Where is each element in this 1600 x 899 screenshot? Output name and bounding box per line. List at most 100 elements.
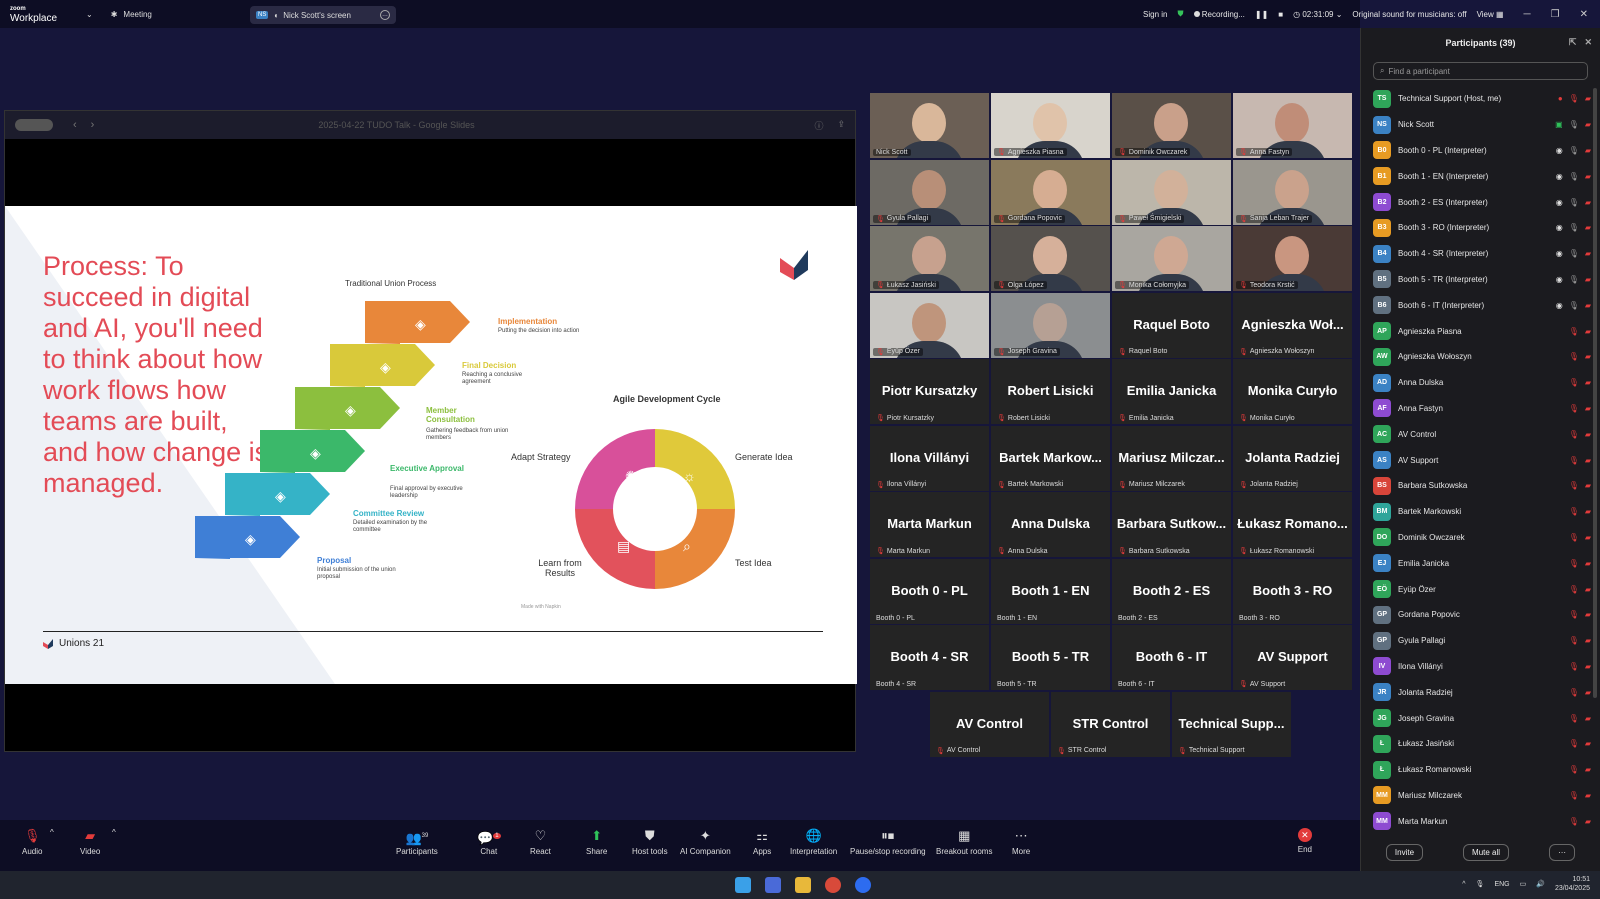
chevron-down-icon[interactable]: ⌄ [86,10,93,19]
shield-icon[interactable]: ⛊ [1178,9,1184,19]
participant-search-input[interactable]: ⌕ Find a participant [1373,62,1588,80]
participant-tile[interactable]: Booth 0 - PL Booth 0 - PL [870,558,989,624]
participant-row[interactable]: MM Mariusz Milczarek 🎙 ▰ [1373,783,1591,809]
participant-tile[interactable]: Technical Supp... 🎙 Technical Support [1172,691,1291,757]
participant-tile[interactable]: Raquel Boto 🎙 Raquel Boto [1112,292,1231,358]
breakout-rooms-button[interactable]: ▦ Breakout rooms [936,828,992,856]
participant-tile[interactable]: 🎙 Dominik Owczarek [1112,93,1231,158]
tray-chevron-icon[interactable]: ^ [1462,881,1465,888]
participant-tile[interactable]: Anna Dulska 🎙 Anna Dulska [991,492,1110,557]
participant-tile[interactable]: Łukasz Romano... 🎙 Łukasz Romanowski [1233,492,1352,557]
participant-row[interactable]: B1 Booth 1 - EN (Interpreter) ◉ 🎙 ▰ [1373,163,1591,189]
participant-row[interactable]: B3 Booth 3 - RO (Interpreter) ◉ 🎙 ▰ [1373,215,1591,241]
close-icon[interactable]: ✕ [1580,9,1588,20]
sign-in-link[interactable]: Sign in [1143,10,1167,19]
participant-tile[interactable]: Bartek Markow... 🎙 Bartek Markowski [991,425,1110,491]
participant-row[interactable]: MM Marta Markun 🎙 ▰ [1373,808,1591,834]
meeting-menu[interactable]: ✱ Meeting [111,10,152,19]
participant-tile[interactable]: Piotr Kursatzky 🎙 Piotr Kursatzky [870,359,989,424]
participant-tile[interactable]: Booth 6 - IT Booth 6 - IT [1112,625,1231,690]
participant-tile[interactable]: 🎙 Paweł Śmigielski [1112,159,1231,225]
chat-button[interactable]: 💬 1 Chat [477,828,501,856]
minimize-icon[interactable]: ─ [1524,9,1531,20]
participant-row[interactable]: AP Agnieszka Piasna 🎙 ▰ [1373,318,1591,344]
participant-tile[interactable]: 🎙 Anna Fastyn [1233,93,1352,158]
participant-tile[interactable]: Jolanta Radziej 🎙 Jolanta Radziej [1233,425,1352,491]
file-explorer-icon[interactable] [795,877,811,893]
video-caret-icon[interactable]: ^ [112,828,116,837]
participant-row[interactable]: EJ Emilia Janicka 🎙 ▰ [1373,550,1591,576]
screen-share-pill[interactable]: NS ◖ Nick Scott's screen … [250,6,396,24]
network-icon[interactable]: ▭ [1520,880,1527,888]
participant-row[interactable]: GP Gordana Popovic 🎙 ▰ [1373,602,1591,628]
end-button[interactable]: ✕ End [1298,828,1312,854]
participant-row[interactable]: B5 Booth 5 - TR (Interpreter) ◉ 🎙 ▰ [1373,267,1591,293]
participants-button[interactable]: 👥39 Participants [396,828,438,856]
participant-tile[interactable]: STR Control 🎙 STR Control [1051,691,1170,757]
host-tools-button[interactable]: ⛊ Host tools [632,828,668,856]
volume-icon[interactable]: 🔊 [1536,880,1545,888]
participant-row[interactable]: IV Ilona Villányi 🎙 ▰ [1373,654,1591,680]
participant-tile[interactable]: Booth 4 - SR Booth 4 - SR [870,625,989,690]
mute-all-button[interactable]: Mute all [1463,844,1510,861]
participant-tile[interactable]: 🎙 Monika Cołomyjka [1112,226,1231,291]
share-button[interactable]: ⬆ Share [586,828,607,856]
participant-row[interactable]: Ł Łukasz Jasiński 🎙 ▰ [1373,731,1591,757]
participant-tile[interactable]: Booth 5 - TR Booth 5 - TR [991,625,1110,690]
audio-caret-icon[interactable]: ^ [50,828,54,837]
participant-tile[interactable]: Emilia Janicka 🎙 Emilia Janicka [1112,359,1231,424]
stop-icon[interactable]: ■ [1278,10,1283,19]
video-button[interactable]: ▰ Video [80,828,100,856]
participant-row[interactable]: JR Jolanta Radziej 🎙 ▰ [1373,679,1591,705]
audio-button[interactable]: 🎙 Audio [22,828,42,856]
participant-tile[interactable]: Barbara Sutkow... 🎙 Barbara Sutkowska [1112,492,1231,557]
participant-row[interactable]: BS Barbara Sutkowska 🎙 ▰ [1373,473,1591,499]
clock[interactable]: 10:51 23/04/2025 [1555,875,1590,893]
participant-tile[interactable]: 🎙 Gordana Popovic [991,159,1110,225]
participant-tile[interactable]: Ilona Villányi 🎙 Ilona Villányi [870,425,989,491]
participant-tile[interactable]: Agnieszka Woł... 🎙 Agnieszka Wołoszyn [1233,292,1352,358]
participant-tile[interactable]: Booth 2 - ES Booth 2 - ES [1112,558,1231,624]
participant-row[interactable]: AC AV Control 🎙 ▰ [1373,421,1591,447]
participant-tile[interactable]: 🎙 Eyüp Özer [870,292,989,358]
participant-tile[interactable]: Monika Curyło 🎙 Monika Curyło [1233,359,1352,424]
chrome-icon[interactable] [825,877,841,893]
pause-recording-button[interactable]: ⏸⏹ Pause/stop recording [850,828,926,856]
invite-button[interactable]: Invite [1385,844,1424,861]
participant-row[interactable]: B0 Booth 0 - PL (Interpreter) ◉ 🎙 ▰ [1373,138,1591,164]
participant-row[interactable]: DO Dominik Owczarek 🎙 ▰ [1373,525,1591,551]
participant-tile[interactable]: 🎙 Agnieszka Piasna [991,93,1110,158]
participant-row[interactable]: NS Nick Scott ▣ 🎙 ▰ [1373,112,1591,138]
view-button[interactable]: View ▦ [1477,10,1504,19]
participant-row[interactable]: B4 Booth 4 - SR (Interpreter) ◉ 🎙 ▰ [1373,241,1591,267]
participant-tile[interactable]: 🎙 Sanja Leban Trajer [1233,159,1352,225]
windows-start-icon[interactable] [735,877,751,893]
language-indicator[interactable]: ENG [1494,881,1509,888]
zoom-taskbar-icon[interactable] [855,877,871,893]
participant-tile[interactable]: AV Control 🎙 AV Control [930,691,1049,757]
participant-tile[interactable]: AV Support 🎙 AV Support [1233,625,1352,690]
participant-tile[interactable]: Booth 1 - EN Booth 1 - EN [991,558,1110,624]
participant-row[interactable]: AD Anna Dulska 🎙 ▰ [1373,370,1591,396]
participant-row[interactable]: JG Joseph Gravina 🎙 ▰ [1373,705,1591,731]
participant-tile[interactable]: 🎙 Łukasz Jasiński [870,226,989,291]
tray-mic-icon[interactable]: 🎙 [1476,880,1485,888]
participant-tile[interactable]: Marta Markun 🎙 Marta Markun [870,492,989,557]
options-icon[interactable]: … [380,10,390,20]
panel-scrollbar[interactable] [1593,88,1597,698]
pause-icon[interactable]: ❚❚ [1255,10,1268,19]
participant-tile[interactable]: 🎙 Joseph Gravina [991,292,1110,358]
participant-tile[interactable]: 🎙 Teodora Krstić [1233,226,1352,291]
participant-tile[interactable]: Booth 3 - RO Booth 3 - RO [1233,558,1352,624]
participant-row[interactable]: GP Gyula Pallagi 🎙 ▰ [1373,628,1591,654]
participant-row[interactable]: TS Technical Support (Host, me) ● 🎙 ▰ [1373,86,1591,112]
participant-row[interactable]: BM Bartek Markowski 🎙 ▰ [1373,499,1591,525]
participant-tile[interactable]: Mariusz Milczar... 🎙 Mariusz Milczarek [1112,425,1231,491]
react-button[interactable]: ♡ React [530,828,551,856]
participant-row[interactable]: Ł Łukasz Romanowski 🎙 ▰ [1373,757,1591,783]
participant-row[interactable]: B2 Booth 2 - ES (Interpreter) ◉ 🎙 ▰ [1373,189,1591,215]
pop-out-icon[interactable]: ⇱ [1569,37,1577,48]
participant-tile[interactable]: 🎙 Gyula Pallagi [870,159,989,225]
participant-row[interactable]: AW Agnieszka Wołoszyn 🎙 ▰ [1373,344,1591,370]
participant-tile[interactable]: 🎙 Olga López [991,226,1110,291]
